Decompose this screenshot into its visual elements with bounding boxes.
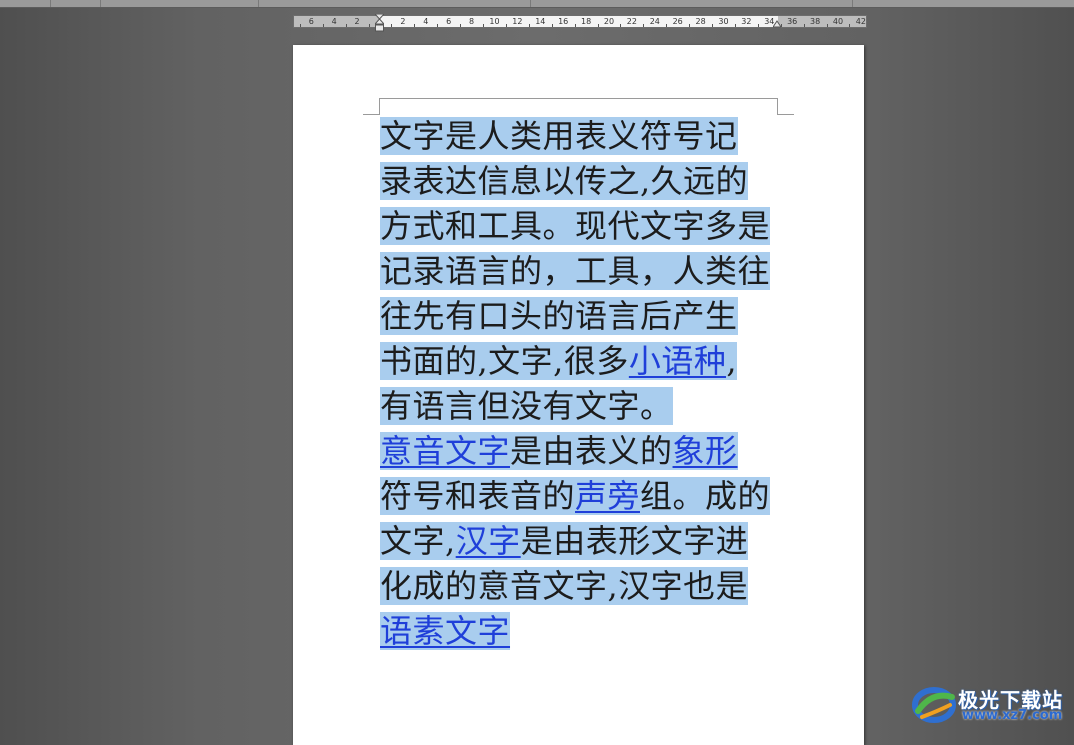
ruler-tick-label: 32 bbox=[741, 17, 752, 26]
document-line: 记录语言的，工具，人类往 bbox=[380, 249, 780, 294]
selected-text: 录表达信息以传之,久远的 bbox=[380, 162, 749, 200]
ruler-tick-label: 8 bbox=[469, 17, 475, 26]
hyperlink[interactable]: 语素文字 bbox=[380, 612, 511, 650]
ribbon-group-4[interactable] bbox=[530, 0, 853, 7]
ruler-minor-tick bbox=[757, 24, 759, 27]
selected-text: , bbox=[726, 342, 738, 380]
ruler-tick-label: 28 bbox=[695, 17, 706, 26]
document-line: 语素文字 bbox=[380, 609, 780, 654]
document-line: 往先有口头的语言后产生 bbox=[380, 294, 780, 339]
selected-text: 书面的,文字,很多 bbox=[380, 342, 629, 380]
ruler-minor-tick bbox=[712, 24, 714, 27]
ruler-tick-label: 6 bbox=[308, 17, 314, 26]
right-margin-guide bbox=[777, 98, 778, 114]
ribbon-group-3[interactable] bbox=[258, 0, 531, 7]
indent-marker-icon[interactable] bbox=[375, 14, 384, 32]
document-line: 书面的,文字,很多小语种, bbox=[380, 339, 780, 384]
document-line: 意音文字是由表义的象形 bbox=[380, 429, 780, 474]
ruler-minor-tick bbox=[391, 24, 393, 27]
ribbon-group-2[interactable] bbox=[100, 0, 259, 7]
selected-text: 符号和表音的 bbox=[380, 477, 576, 515]
ruler-tick-label: 2 bbox=[354, 17, 360, 26]
ruler-tick-label: 24 bbox=[649, 17, 660, 26]
ruler-tick-label: 40 bbox=[832, 17, 844, 26]
selected-text: 文字是人类用表义符号记 bbox=[380, 117, 738, 155]
document-line: 录表达信息以传之,久远的 bbox=[380, 159, 780, 204]
document-line: 化成的意音文字,汉字也是 bbox=[380, 564, 780, 609]
hyperlink[interactable]: 小语种 bbox=[628, 342, 727, 380]
ruler-minor-tick bbox=[345, 24, 347, 27]
ribbon-group-1[interactable] bbox=[50, 0, 101, 7]
ruler-minor-tick bbox=[505, 24, 507, 27]
ribbon-bottom-strip bbox=[0, 0, 1074, 8]
selected-text: 方式和工具。现代文字多是 bbox=[380, 207, 771, 245]
watermark-url: www.xz7.com bbox=[962, 708, 1063, 723]
document-body[interactable]: 文字是人类用表义符号记 录表达信息以传之,久远的 方式和工具。现代文字多是 记录语言的… bbox=[380, 114, 780, 654]
selected-text: 有语言但没有文字。 bbox=[380, 387, 673, 425]
ruler-minor-tick bbox=[734, 24, 736, 27]
ruler-tick-label: 12 bbox=[512, 17, 523, 26]
ruler-minor-tick bbox=[574, 24, 576, 27]
aurora-logo-icon bbox=[912, 687, 956, 723]
document-page[interactable]: 文字是人类用表义符号记 录表达信息以传之,久远的 方式和工具。现代文字多是 记录语言的… bbox=[293, 45, 864, 745]
document-line: 符号和表音的声旁组。成的 bbox=[380, 474, 780, 519]
ruler-minor-tick bbox=[322, 24, 324, 27]
ruler-minor-tick bbox=[528, 24, 530, 27]
left-corner-guide bbox=[363, 114, 380, 115]
hyperlink[interactable]: 意音文字 bbox=[380, 432, 511, 470]
ruler-tick-label: 26 bbox=[672, 17, 683, 26]
ruler-minor-tick bbox=[689, 24, 691, 27]
site-watermark: 极光下载站 www.xz7.com bbox=[912, 683, 1070, 727]
top-margin-guide bbox=[379, 98, 777, 99]
ruler-tick-label: 20 bbox=[603, 17, 615, 26]
ruler-minor-tick bbox=[803, 24, 805, 27]
ruler-minor-tick bbox=[551, 24, 553, 27]
ruler-minor-tick bbox=[483, 24, 485, 27]
ribbon-group-5[interactable] bbox=[852, 0, 1074, 7]
ruler-minor-tick bbox=[299, 24, 301, 27]
hyperlink[interactable]: 象形 bbox=[672, 432, 738, 470]
document-line: 文字是人类用表义符号记 bbox=[380, 114, 780, 159]
ruler-minor-tick bbox=[414, 24, 416, 27]
selected-text: 记录语言的，工具，人类往 bbox=[380, 252, 771, 290]
ruler-tick-label: 16 bbox=[558, 17, 569, 26]
selected-text: 往先有口头的语言后产生 bbox=[380, 297, 738, 335]
ruler-minor-tick bbox=[368, 24, 370, 27]
ruler-tick-label: 42 bbox=[855, 17, 866, 26]
ruler-tick-label: 36 bbox=[787, 17, 798, 26]
ruler-minor-tick bbox=[597, 24, 599, 27]
ruler-minor-tick bbox=[437, 24, 439, 27]
ruler-tick-label: 22 bbox=[626, 17, 637, 26]
ruler-tick-label: 2 bbox=[400, 17, 406, 26]
ruler-tick-label: 10 bbox=[489, 17, 500, 26]
ruler-minor-tick bbox=[620, 24, 622, 27]
document-line: 文字,汉字是由表形文字进 bbox=[380, 519, 780, 564]
hyperlink[interactable]: 汉字 bbox=[455, 522, 521, 560]
hyperlink[interactable]: 声旁 bbox=[575, 477, 641, 515]
ruler-minor-tick bbox=[666, 24, 668, 27]
ruler-minor-tick bbox=[643, 24, 645, 27]
ruler-tick-label: 18 bbox=[581, 17, 592, 26]
selected-text: 是由表形文字进 bbox=[520, 522, 749, 560]
ruler-tick-label: 6 bbox=[446, 17, 452, 26]
selected-text: 组。成的 bbox=[640, 477, 771, 515]
selected-text: 化成的意音文字,汉字也是 bbox=[380, 567, 749, 605]
document-line: 方式和工具。现代文字多是 bbox=[380, 204, 780, 249]
ruler-tick-label: 38 bbox=[810, 17, 821, 26]
selected-text: 是由表义的 bbox=[510, 432, 673, 470]
right-indent-marker-icon[interactable] bbox=[773, 20, 781, 28]
ruler-tick-label: 4 bbox=[331, 17, 337, 26]
ruler-tick-label: 30 bbox=[718, 17, 729, 26]
ruler-minor-tick bbox=[826, 24, 828, 27]
ruler-tick-label: 4 bbox=[423, 17, 429, 26]
ruler-minor-tick bbox=[849, 24, 851, 27]
ruler-minor-tick bbox=[460, 24, 462, 27]
selected-text: 文字, bbox=[380, 522, 456, 560]
document-line: 有语言但没有文字。 bbox=[380, 384, 780, 429]
left-margin-guide bbox=[379, 98, 380, 114]
ruler-tick-label: 14 bbox=[535, 17, 546, 26]
